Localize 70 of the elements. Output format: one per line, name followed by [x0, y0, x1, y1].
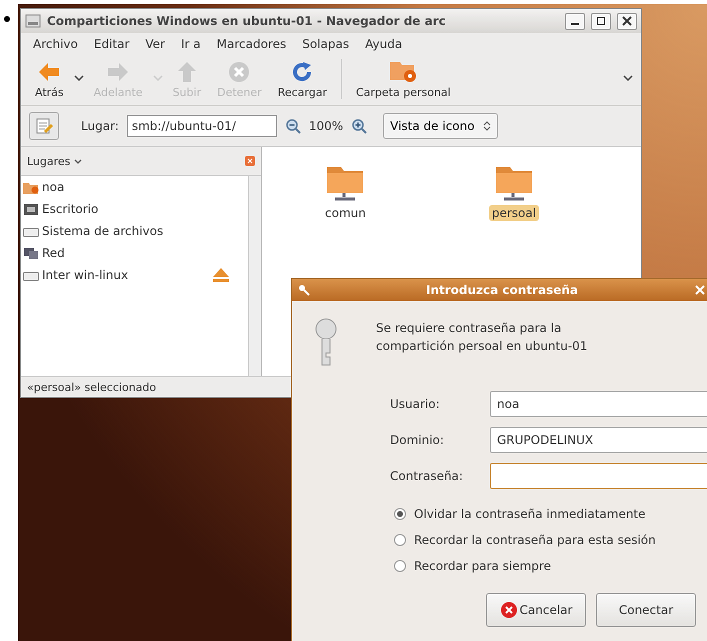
close-button[interactable] [617, 12, 637, 30]
sidebar-item[interactable]: noa [21, 176, 248, 198]
scrollbar[interactable] [248, 176, 261, 376]
field-label: Contraseña: [390, 469, 464, 483]
home-folder-icon [23, 180, 39, 194]
bullet-point [4, 16, 10, 22]
menu-item[interactable]: Ayuda [365, 37, 402, 51]
maximize-icon [596, 16, 606, 26]
cancel-icon [500, 601, 518, 619]
radio-button[interactable] [394, 534, 406, 546]
forward-arrow-icon [106, 61, 130, 83]
radio-option[interactable]: Recordar para siempre [394, 559, 707, 573]
dialog-title-bar: Introduzca contraseña [292, 279, 707, 301]
menu-item[interactable]: Archivo [33, 37, 78, 51]
edit-location-button[interactable] [29, 112, 59, 140]
toolbar-button[interactable]: Atrás [29, 61, 70, 99]
close-icon[interactable] [245, 156, 255, 166]
key-icon [298, 284, 310, 296]
menu-item[interactable]: Ver [145, 37, 165, 51]
menu-item[interactable]: Solapas [302, 37, 350, 51]
field-label: Usuario: [390, 397, 441, 411]
home-folder-icon [388, 59, 418, 83]
sidebar-item[interactable]: Inter win-linux [21, 264, 248, 286]
location-field[interactable]: smb://ubuntu-01/ [126, 115, 277, 137]
stop-icon [228, 61, 250, 83]
reload-icon [291, 61, 314, 83]
window-title: Comparticiones Windows en ubuntu-01 - Navegador de arc [47, 14, 447, 28]
sidebar-item[interactable]: Escritorio [21, 198, 248, 220]
folder-label[interactable]: persoal [488, 205, 540, 221]
view-dropdown[interactable]: Vista de icono [383, 113, 498, 139]
input-field[interactable]: GRUPODELINUX [490, 427, 707, 453]
window-icon [25, 14, 41, 28]
input-field[interactable] [490, 463, 707, 489]
spinner-arrows-icon [483, 120, 492, 132]
note-pencil-icon [35, 117, 53, 135]
minimize-button[interactable] [565, 12, 585, 30]
close-icon [622, 16, 632, 26]
menu-item[interactable]: Editar [94, 37, 130, 51]
maximize-button[interactable] [591, 12, 611, 30]
back-arrow-icon [37, 61, 62, 83]
desktop-icon [23, 202, 39, 216]
toolbar-button[interactable]: Carpeta personal [350, 59, 457, 99]
caret-icon[interactable] [623, 75, 633, 81]
caret-icon[interactable] [74, 75, 84, 81]
zoom-in-icon[interactable] [351, 118, 368, 134]
sidebar-item[interactable]: Red [21, 242, 248, 264]
radio-option[interactable]: Recordar la contraseña para esta sesión [394, 533, 707, 547]
zoom-level: 100% [308, 119, 344, 133]
radio-button[interactable] [394, 560, 406, 572]
places-dropdown[interactable]: Lugares [27, 154, 82, 168]
minimize-icon [571, 23, 579, 25]
menu-item[interactable]: Marcadores [216, 37, 286, 51]
dialog-button[interactable]: Conectar [596, 593, 696, 627]
folder-label[interactable]: comun [322, 205, 369, 221]
chevron-down-icon [74, 158, 82, 164]
dialog-message: Se requiere contraseña para la compartición persoal en ubuntu-01 [376, 320, 588, 355]
radio-option[interactable]: Olvidar la contraseña inmediatamente [394, 507, 707, 521]
network-icon [23, 246, 39, 260]
toolbar-button[interactable]: Recargar [272, 61, 333, 99]
zoom-out-icon[interactable] [284, 118, 301, 134]
input-field[interactable]: noa [490, 391, 707, 417]
radio-button[interactable] [394, 508, 406, 520]
location-label: Lugar: [81, 119, 119, 133]
eject-icon[interactable] [212, 267, 230, 283]
menu-item[interactable]: Ir a [180, 37, 201, 51]
up-arrow-icon [176, 61, 198, 83]
dialog-button[interactable]: Cancelar [486, 593, 586, 627]
field-label: Dominio: [390, 433, 445, 447]
close-icon[interactable] [694, 284, 706, 296]
sidebar-item[interactable]: Sistema de archivos [21, 220, 248, 242]
